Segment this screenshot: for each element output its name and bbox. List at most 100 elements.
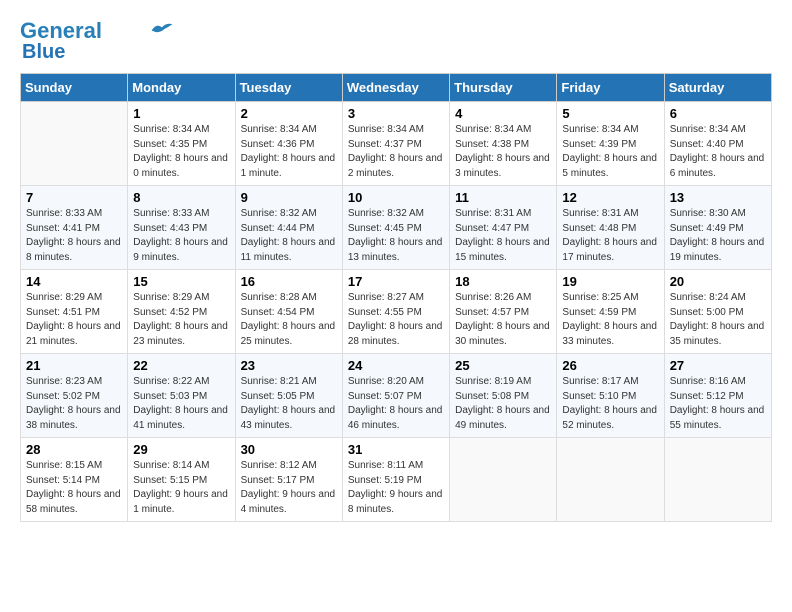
day-number: 3 [348,106,444,121]
calendar-day-cell: 17 Sunrise: 8:27 AM Sunset: 4:55 PM Dayl… [342,270,449,354]
calendar-day-cell: 18 Sunrise: 8:26 AM Sunset: 4:57 PM Dayl… [450,270,557,354]
day-info: Sunrise: 8:31 AM Sunset: 4:47 PM Dayligh… [455,207,551,265]
weekday-header: Thursday [450,74,557,102]
calendar-day-cell: 25 Sunrise: 8:19 AM Sunset: 5:08 PM Dayl… [450,354,557,438]
day-info: Sunrise: 8:33 AM Sunset: 4:43 PM Dayligh… [133,207,229,265]
day-number: 1 [133,106,229,121]
weekday-header-row: SundayMondayTuesdayWednesdayThursdayFrid… [21,74,772,102]
day-number: 8 [133,190,229,205]
day-number: 26 [562,358,658,373]
day-info: Sunrise: 8:27 AM Sunset: 4:55 PM Dayligh… [348,291,444,349]
day-number: 16 [241,274,337,289]
day-info: Sunrise: 8:34 AM Sunset: 4:36 PM Dayligh… [241,123,337,181]
weekday-header: Monday [128,74,235,102]
day-info: Sunrise: 8:34 AM Sunset: 4:35 PM Dayligh… [133,123,229,181]
calendar-day-cell: 30 Sunrise: 8:12 AM Sunset: 5:17 PM Dayl… [235,438,342,522]
day-info: Sunrise: 8:21 AM Sunset: 5:05 PM Dayligh… [241,375,337,433]
calendar-day-cell: 4 Sunrise: 8:34 AM Sunset: 4:38 PM Dayli… [450,102,557,186]
day-number: 30 [241,442,337,457]
calendar-day-cell: 5 Sunrise: 8:34 AM Sunset: 4:39 PM Dayli… [557,102,664,186]
calendar-day-cell: 13 Sunrise: 8:30 AM Sunset: 4:49 PM Dayl… [664,186,771,270]
calendar-day-cell: 6 Sunrise: 8:34 AM Sunset: 4:40 PM Dayli… [664,102,771,186]
day-info: Sunrise: 8:23 AM Sunset: 5:02 PM Dayligh… [26,375,122,433]
day-info: Sunrise: 8:24 AM Sunset: 5:00 PM Dayligh… [670,291,766,349]
calendar-week-row: 14 Sunrise: 8:29 AM Sunset: 4:51 PM Dayl… [21,270,772,354]
logo: General Blue [20,20,174,63]
weekday-header: Saturday [664,74,771,102]
day-info: Sunrise: 8:34 AM Sunset: 4:37 PM Dayligh… [348,123,444,181]
day-info: Sunrise: 8:19 AM Sunset: 5:08 PM Dayligh… [455,375,551,433]
day-number: 24 [348,358,444,373]
logo-general: General [20,18,102,43]
day-number: 27 [670,358,766,373]
day-number: 11 [455,190,551,205]
day-info: Sunrise: 8:30 AM Sunset: 4:49 PM Dayligh… [670,207,766,265]
day-info: Sunrise: 8:16 AM Sunset: 5:12 PM Dayligh… [670,375,766,433]
day-info: Sunrise: 8:32 AM Sunset: 4:45 PM Dayligh… [348,207,444,265]
calendar-day-cell: 29 Sunrise: 8:14 AM Sunset: 5:15 PM Dayl… [128,438,235,522]
calendar-day-cell: 24 Sunrise: 8:20 AM Sunset: 5:07 PM Dayl… [342,354,449,438]
day-number: 21 [26,358,122,373]
page-header: General Blue [20,20,772,63]
day-info: Sunrise: 8:28 AM Sunset: 4:54 PM Dayligh… [241,291,337,349]
day-number: 14 [26,274,122,289]
calendar-day-cell: 23 Sunrise: 8:21 AM Sunset: 5:05 PM Dayl… [235,354,342,438]
day-number: 5 [562,106,658,121]
day-number: 25 [455,358,551,373]
day-info: Sunrise: 8:20 AM Sunset: 5:07 PM Dayligh… [348,375,444,433]
day-number: 23 [241,358,337,373]
day-info: Sunrise: 8:12 AM Sunset: 5:17 PM Dayligh… [241,459,337,517]
weekday-header: Tuesday [235,74,342,102]
calendar-day-cell: 19 Sunrise: 8:25 AM Sunset: 4:59 PM Dayl… [557,270,664,354]
calendar-day-cell: 15 Sunrise: 8:29 AM Sunset: 4:52 PM Dayl… [128,270,235,354]
day-number: 22 [133,358,229,373]
day-info: Sunrise: 8:34 AM Sunset: 4:40 PM Dayligh… [670,123,766,181]
day-number: 15 [133,274,229,289]
weekday-header: Wednesday [342,74,449,102]
day-number: 31 [348,442,444,457]
calendar-day-cell [21,102,128,186]
day-info: Sunrise: 8:29 AM Sunset: 4:52 PM Dayligh… [133,291,229,349]
calendar-day-cell: 21 Sunrise: 8:23 AM Sunset: 5:02 PM Dayl… [21,354,128,438]
day-info: Sunrise: 8:17 AM Sunset: 5:10 PM Dayligh… [562,375,658,433]
calendar-day-cell: 14 Sunrise: 8:29 AM Sunset: 4:51 PM Dayl… [21,270,128,354]
logo-bird-icon [150,21,174,37]
logo-text: General [20,20,102,42]
day-info: Sunrise: 8:33 AM Sunset: 4:41 PM Dayligh… [26,207,122,265]
day-info: Sunrise: 8:14 AM Sunset: 5:15 PM Dayligh… [133,459,229,517]
day-number: 6 [670,106,766,121]
calendar-table: SundayMondayTuesdayWednesdayThursdayFrid… [20,73,772,522]
calendar-day-cell [450,438,557,522]
logo-blue: Blue [22,41,65,63]
calendar-day-cell: 10 Sunrise: 8:32 AM Sunset: 4:45 PM Dayl… [342,186,449,270]
day-info: Sunrise: 8:22 AM Sunset: 5:03 PM Dayligh… [133,375,229,433]
calendar-day-cell: 31 Sunrise: 8:11 AM Sunset: 5:19 PM Dayl… [342,438,449,522]
calendar-day-cell: 1 Sunrise: 8:34 AM Sunset: 4:35 PM Dayli… [128,102,235,186]
calendar-week-row: 21 Sunrise: 8:23 AM Sunset: 5:02 PM Dayl… [21,354,772,438]
calendar-day-cell: 27 Sunrise: 8:16 AM Sunset: 5:12 PM Dayl… [664,354,771,438]
day-number: 10 [348,190,444,205]
calendar-day-cell: 7 Sunrise: 8:33 AM Sunset: 4:41 PM Dayli… [21,186,128,270]
calendar-week-row: 28 Sunrise: 8:15 AM Sunset: 5:14 PM Dayl… [21,438,772,522]
day-number: 12 [562,190,658,205]
day-info: Sunrise: 8:25 AM Sunset: 4:59 PM Dayligh… [562,291,658,349]
day-info: Sunrise: 8:26 AM Sunset: 4:57 PM Dayligh… [455,291,551,349]
day-number: 20 [670,274,766,289]
calendar-day-cell: 3 Sunrise: 8:34 AM Sunset: 4:37 PM Dayli… [342,102,449,186]
calendar-day-cell [557,438,664,522]
calendar-day-cell [664,438,771,522]
day-number: 28 [26,442,122,457]
calendar-day-cell: 9 Sunrise: 8:32 AM Sunset: 4:44 PM Dayli… [235,186,342,270]
calendar-day-cell: 8 Sunrise: 8:33 AM Sunset: 4:43 PM Dayli… [128,186,235,270]
day-info: Sunrise: 8:29 AM Sunset: 4:51 PM Dayligh… [26,291,122,349]
calendar-day-cell: 22 Sunrise: 8:22 AM Sunset: 5:03 PM Dayl… [128,354,235,438]
calendar-day-cell: 20 Sunrise: 8:24 AM Sunset: 5:00 PM Dayl… [664,270,771,354]
day-number: 4 [455,106,551,121]
day-number: 2 [241,106,337,121]
day-info: Sunrise: 8:34 AM Sunset: 4:39 PM Dayligh… [562,123,658,181]
day-info: Sunrise: 8:31 AM Sunset: 4:48 PM Dayligh… [562,207,658,265]
calendar-day-cell: 11 Sunrise: 8:31 AM Sunset: 4:47 PM Dayl… [450,186,557,270]
calendar-week-row: 7 Sunrise: 8:33 AM Sunset: 4:41 PM Dayli… [21,186,772,270]
day-number: 19 [562,274,658,289]
weekday-header: Friday [557,74,664,102]
